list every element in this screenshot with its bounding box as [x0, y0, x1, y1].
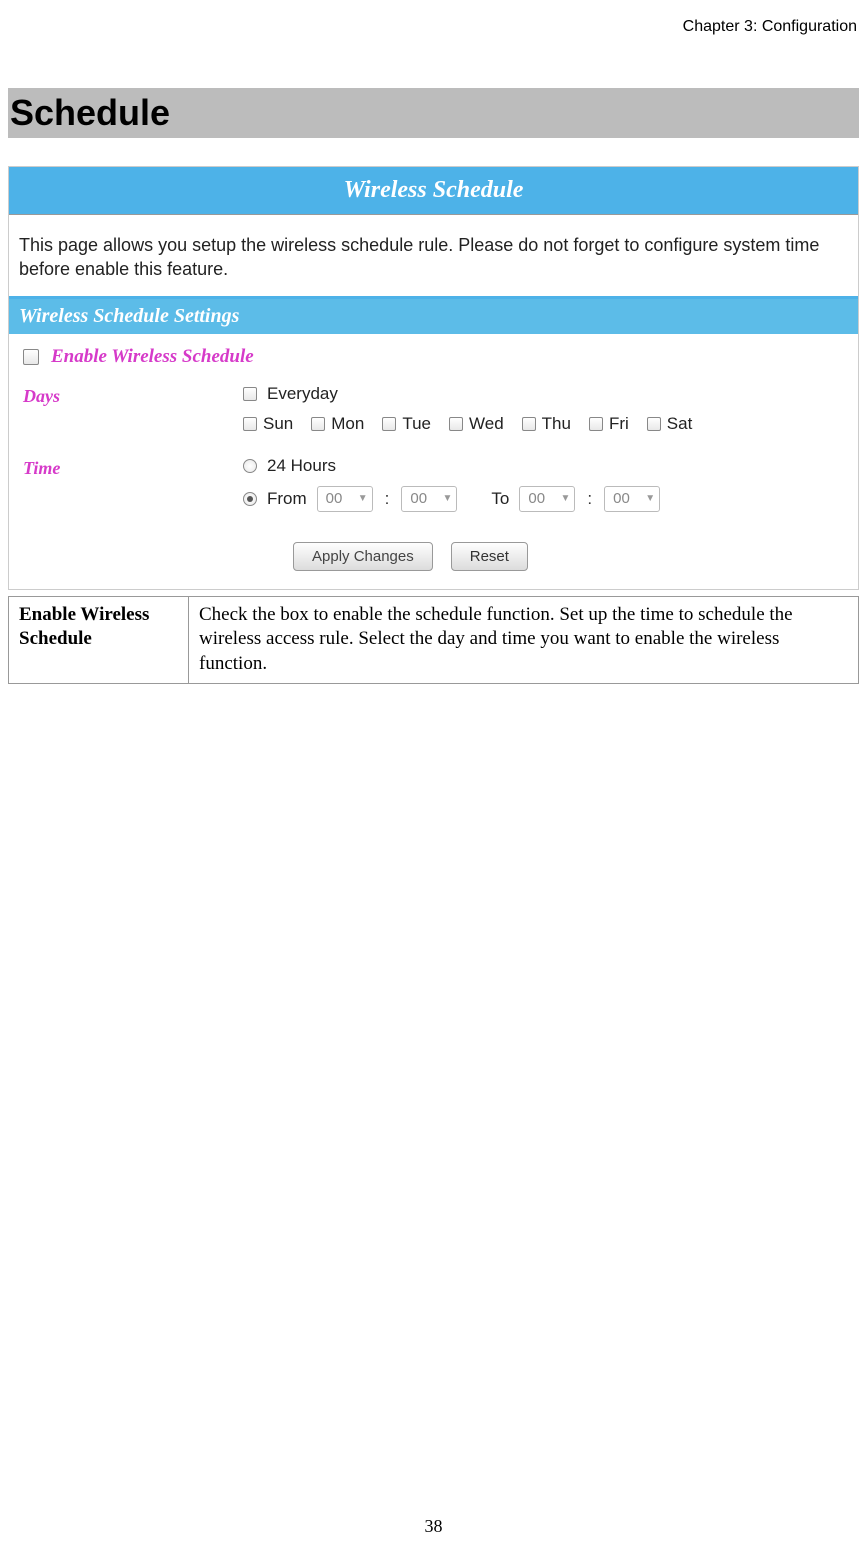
settings-section-header: Wireless Schedule Settings	[9, 299, 858, 334]
to-label: To	[491, 489, 509, 509]
chevron-down-icon: ▼	[358, 493, 368, 504]
day-mon-label: Mon	[331, 414, 364, 434]
from-hour-select[interactable]: 00 ▼	[317, 486, 373, 512]
from-label: From	[267, 489, 307, 509]
panel-description: This page allows you setup the wireless …	[9, 215, 858, 296]
twentyfour-hours-label: 24 Hours	[267, 456, 336, 476]
reset-button[interactable]: Reset	[451, 542, 528, 571]
from-hour-value: 00	[326, 490, 352, 507]
to-hour-value: 00	[528, 490, 554, 507]
time-colon: :	[385, 489, 390, 509]
day-sun-checkbox[interactable]	[243, 417, 257, 431]
to-min-select[interactable]: 00 ▼	[604, 486, 660, 512]
panel-title: Wireless Schedule	[9, 167, 858, 215]
day-mon-checkbox[interactable]	[311, 417, 325, 431]
from-min-value: 00	[410, 490, 436, 507]
day-tue-label: Tue	[402, 414, 431, 434]
chevron-down-icon: ▼	[443, 493, 453, 504]
chapter-header: Chapter 3: Configuration	[0, 0, 867, 36]
day-thu-checkbox[interactable]	[522, 417, 536, 431]
to-min-value: 00	[613, 490, 639, 507]
chevron-down-icon: ▼	[645, 493, 655, 504]
from-min-select[interactable]: 00 ▼	[401, 486, 457, 512]
apply-changes-button[interactable]: Apply Changes	[293, 542, 433, 571]
day-thu-label: Thu	[542, 414, 571, 434]
everyday-label: Everyday	[267, 384, 338, 404]
description-table: Enable Wireless Schedule Check the box t…	[8, 596, 859, 684]
day-wed-label: Wed	[469, 414, 504, 434]
time-range-radio[interactable]	[243, 492, 257, 506]
settings-body: Enable Wireless Schedule Days Everyday S…	[9, 334, 858, 589]
desc-key: Enable Wireless Schedule	[9, 596, 189, 683]
days-label: Days	[23, 384, 243, 407]
everyday-checkbox[interactable]	[243, 387, 257, 401]
enable-wireless-schedule-checkbox[interactable]	[23, 349, 39, 365]
chevron-down-icon: ▼	[560, 493, 570, 504]
twentyfour-hours-radio[interactable]	[243, 459, 257, 473]
day-fri-checkbox[interactable]	[589, 417, 603, 431]
day-wed-checkbox[interactable]	[449, 417, 463, 431]
config-panel: Wireless Schedule This page allows you s…	[8, 166, 859, 590]
section-title: Schedule	[8, 88, 859, 138]
day-fri-label: Fri	[609, 414, 629, 434]
day-sat-checkbox[interactable]	[647, 417, 661, 431]
desc-value: Check the box to enable the schedule fun…	[189, 596, 859, 683]
to-hour-select[interactable]: 00 ▼	[519, 486, 575, 512]
page-number: 38	[0, 1516, 867, 1537]
time-label: Time	[23, 456, 243, 479]
time-colon: :	[587, 489, 592, 509]
day-sat-label: Sat	[667, 414, 693, 434]
enable-wireless-schedule-label: Enable Wireless Schedule	[51, 346, 254, 368]
day-sun-label: Sun	[263, 414, 293, 434]
day-tue-checkbox[interactable]	[382, 417, 396, 431]
